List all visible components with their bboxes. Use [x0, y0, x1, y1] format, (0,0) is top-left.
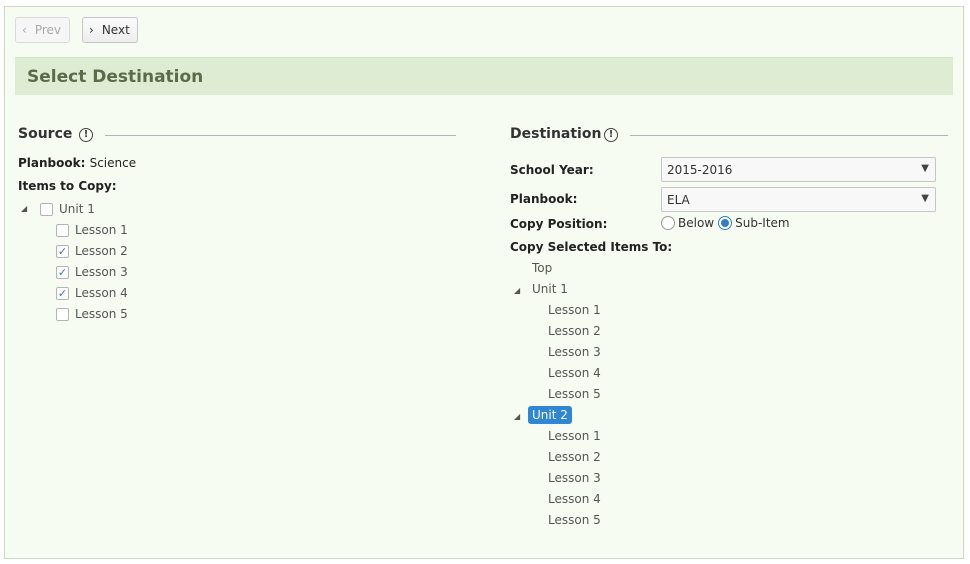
dest-unit-2[interactable]: Unit 2 [528, 406, 572, 424]
dropdown-arrow-icon: ▼ [921, 163, 929, 174]
planbook-label: Planbook: [510, 192, 578, 206]
tree-item-label: Unit 1 [59, 202, 95, 216]
info-icon[interactable]: ! [79, 128, 93, 142]
dest-unit-1-lesson-4[interactable]: Lesson 4 [548, 364, 601, 382]
checkmark-icon: ✓ [57, 265, 68, 279]
dest-unit-2-lesson-3[interactable]: Lesson 3 [548, 469, 601, 487]
prev-label: Prev [34, 23, 61, 37]
dropdown-arrow-icon: ▼ [921, 193, 929, 204]
radio-sub-item-circle[interactable] [718, 216, 733, 230]
source-header: Source ! [18, 126, 458, 146]
lesson-2-checkbox[interactable]: ✓ [56, 244, 69, 258]
chevron-right-icon: › [89, 23, 94, 37]
radio-below-label: Below [678, 216, 715, 230]
prev-button[interactable]: ‹ Prev [15, 17, 70, 43]
destination-title: Destination [510, 126, 602, 142]
dest-unit-1-lesson-1[interactable]: Lesson 1 [548, 301, 601, 319]
page-banner: Select Destination [15, 57, 953, 95]
school-year-select[interactable]: 2015-2016 ▼ [661, 157, 936, 182]
radio-below[interactable]: Below [661, 216, 714, 230]
source-unit-1[interactable]: ◢ Unit 1 [21, 200, 95, 218]
checkmark-icon: ✓ [57, 244, 68, 258]
school-year-value: 2015-2016 [667, 163, 733, 177]
lesson-3-checkbox[interactable]: ✓ [56, 265, 69, 279]
source-planbook-label: Planbook: [18, 156, 86, 170]
source-lesson-4[interactable]: ✓ Lesson 4 [56, 284, 128, 302]
source-lesson-1[interactable]: Lesson 1 [56, 221, 128, 239]
info-icon[interactable]: ! [604, 128, 618, 142]
items-to-copy-label: Items to Copy: [18, 179, 117, 193]
tree-item-label: Lesson 1 [75, 223, 128, 237]
source-title: Source [18, 126, 73, 142]
checkmark-icon: ✓ [57, 286, 68, 300]
dest-tree-top[interactable]: Top [532, 259, 552, 277]
tree-item-label: Lesson 2 [75, 244, 128, 258]
dest-unit-1-lesson-5[interactable]: Lesson 5 [548, 385, 601, 403]
radio-below-circle[interactable] [661, 216, 675, 230]
copy-to-label: Copy Selected Items To: [510, 240, 673, 254]
source-lesson-3[interactable]: ✓ Lesson 3 [56, 263, 128, 281]
destination-divider [630, 135, 948, 136]
planbook-select[interactable]: ELA ▼ [661, 187, 936, 212]
unit-1-checkbox[interactable] [40, 202, 53, 216]
lesson-5-checkbox[interactable] [56, 307, 69, 321]
dest-unit-2-lesson-4[interactable]: Lesson 4 [548, 490, 601, 508]
expand-arrow-icon[interactable]: ◢ [514, 412, 520, 421]
page-title: Select Destination [27, 67, 204, 87]
lesson-1-checkbox[interactable] [56, 223, 69, 237]
expand-arrow-icon[interactable]: ◢ [514, 286, 520, 295]
tree-item-label: Lesson 5 [75, 307, 128, 321]
dest-unit-2-lesson-5[interactable]: Lesson 5 [548, 511, 601, 529]
radio-sub-item[interactable]: Sub-Item [718, 216, 790, 230]
school-year-label: School Year: [510, 163, 594, 177]
source-divider [105, 135, 456, 136]
copy-position-radio-group: Below Sub-Item [661, 216, 794, 230]
destination-header: Destination ! [510, 126, 950, 146]
chevron-left-icon: ‹ [22, 23, 27, 37]
expand-arrow-icon[interactable]: ◢ [21, 204, 27, 213]
dialog-frame: ‹ Prev › Next Select Destination Source … [4, 6, 964, 559]
tree-item-label: Lesson 4 [75, 286, 128, 300]
source-lesson-5[interactable]: Lesson 5 [56, 305, 128, 323]
tree-item-label: Lesson 3 [75, 265, 128, 279]
lesson-4-checkbox[interactable]: ✓ [56, 286, 69, 300]
dest-unit-2-lesson-2[interactable]: Lesson 2 [548, 448, 601, 466]
dest-unit-1[interactable]: Unit 1 [532, 280, 568, 298]
dest-unit-2-lesson-1[interactable]: Lesson 1 [548, 427, 601, 445]
radio-sub-item-label: Sub-Item [735, 216, 790, 230]
source-lesson-2[interactable]: ✓ Lesson 2 [56, 242, 128, 260]
next-button[interactable]: › Next [82, 17, 138, 43]
copy-position-label: Copy Position: [510, 217, 608, 231]
source-planbook-value: Science [89, 156, 137, 170]
source-planbook: Planbook: Science [18, 156, 136, 170]
planbook-value: ELA [667, 193, 690, 207]
next-label: Next [101, 23, 130, 37]
dest-unit-1-lesson-3[interactable]: Lesson 3 [548, 343, 601, 361]
dest-unit-1-lesson-2[interactable]: Lesson 2 [548, 322, 601, 340]
